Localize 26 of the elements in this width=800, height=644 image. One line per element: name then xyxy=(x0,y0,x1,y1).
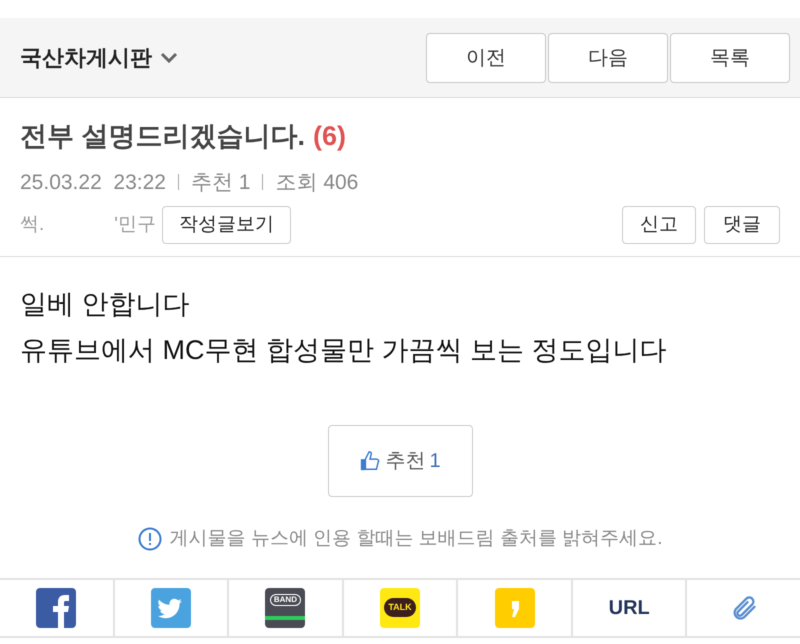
comment-count: (6) xyxy=(313,120,346,153)
nav-button[interactable]: 목록 xyxy=(670,32,790,82)
post-body-line: 유튜브에서 MC무현 합성물만 가끔씩 보는 정도입니다 xyxy=(20,334,668,367)
recommend-count: 추천 1 xyxy=(190,170,250,196)
author-posts-button[interactable]: 작성글보기 xyxy=(162,206,291,244)
bird-icon xyxy=(150,588,191,628)
nav-button[interactable]: 다음 xyxy=(548,32,668,82)
chevron-down-icon xyxy=(160,52,178,64)
band-icon: BAND xyxy=(265,588,306,628)
post-date: 25.03.22 23:22 xyxy=(20,170,166,196)
like-button[interactable]: 추천 1 xyxy=(328,425,472,497)
author-name: '민구 xyxy=(114,212,156,237)
notice-text: 게시물을 뉴스에 인용 할때는 보배드림 출처를 밝혀주세요. xyxy=(170,527,662,551)
author-name: 썩. xyxy=(20,212,44,237)
nav-button[interactable]: 이전 xyxy=(426,32,546,82)
board-dropdown[interactable]: 국산차게시판 xyxy=(20,41,178,74)
facebook-icon xyxy=(36,588,76,628)
talk-icon: TALK xyxy=(380,588,420,628)
report-button[interactable]: 신고 xyxy=(622,206,696,244)
comma-icon xyxy=(494,588,535,628)
post-body-line: 일베 안합니다 xyxy=(20,288,191,321)
view-count: 조회 406 xyxy=(275,170,358,196)
thumbs-up-icon xyxy=(359,450,382,472)
reply-button[interactable]: 댓글 xyxy=(704,206,780,244)
info-icon xyxy=(138,527,162,552)
post-title: 전부 설명드리겠습니다. xyxy=(20,120,306,153)
